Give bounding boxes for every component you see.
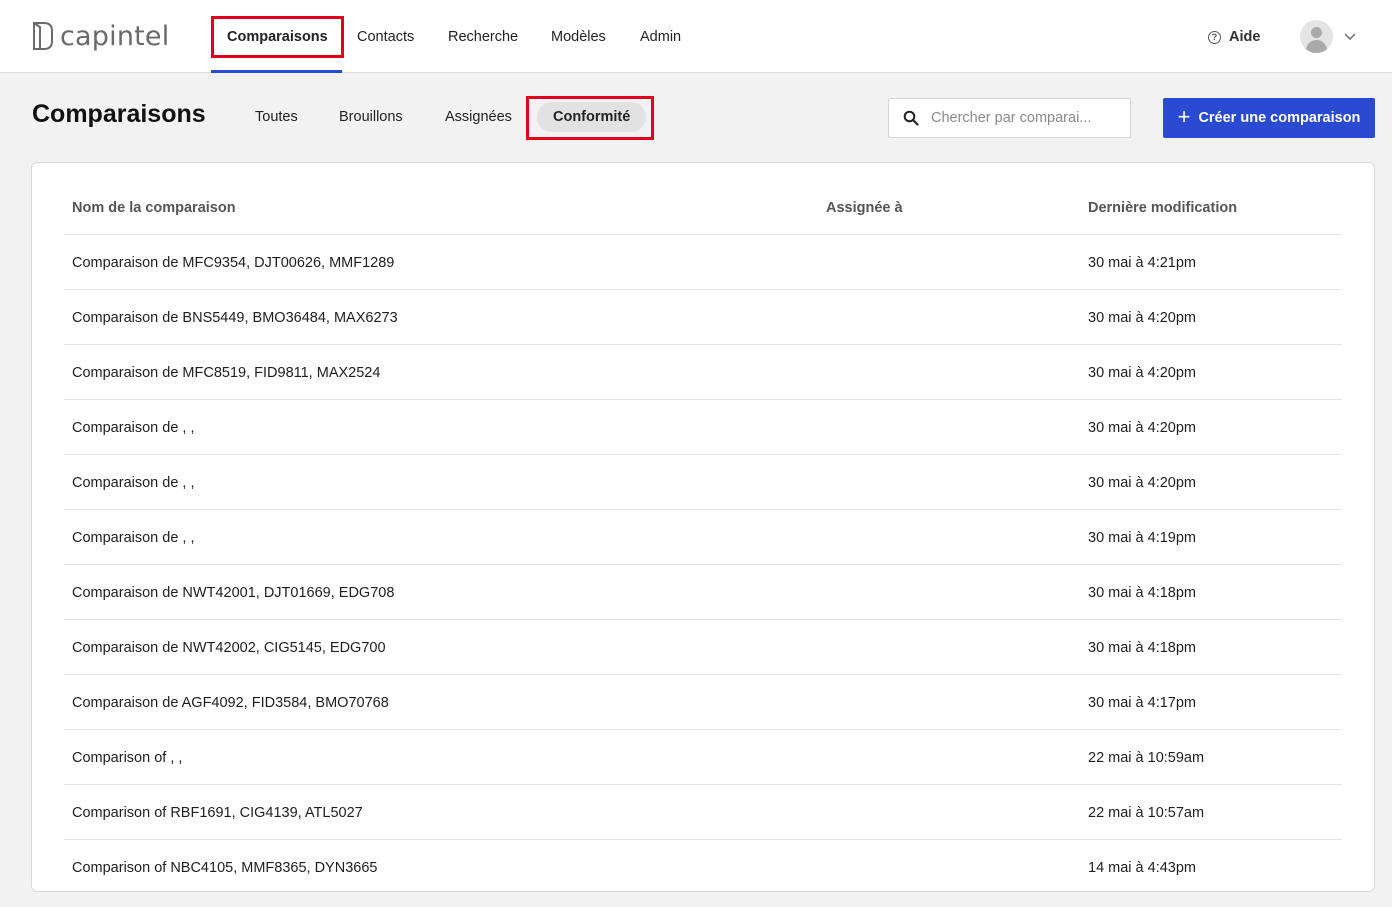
row-modified-cell: 30 mai à 4:18pm (1088, 584, 1197, 601)
plus-icon: + (1177, 104, 1191, 129)
nav-modeles[interactable]: Modèles (551, 0, 606, 73)
user-head-icon (1311, 27, 1322, 38)
table-row[interactable]: Comparaison de , , 30 mai à 4:19pm (64, 510, 1342, 565)
top-navbar: capintel Comparaisons Contacts Recherche… (0, 0, 1392, 73)
page-title: Comparaisons (32, 100, 206, 128)
chevron-down-icon[interactable] (1343, 29, 1357, 43)
column-header-name[interactable]: Nom de la comparaison (72, 180, 236, 235)
row-modified-cell: 30 mai à 4:21pm (1088, 254, 1197, 271)
tab-conformite[interactable]: Conformité (537, 102, 647, 132)
table-row[interactable]: Comparaison de NWT42002, CIG5145, EDG700… (64, 620, 1342, 675)
nav-comparaisons[interactable]: Comparaisons (227, 0, 328, 73)
row-modified-cell: 30 mai à 4:20pm (1088, 474, 1197, 491)
table-row[interactable]: Comparaison de BNS5449, BMO36484, MAX627… (64, 290, 1342, 345)
table-row[interactable]: Comparaison de , , 30 mai à 4:20pm (64, 455, 1342, 510)
table-row[interactable]: Comparaison de AGF4092, FID3584, BMO7076… (64, 675, 1342, 730)
tab-toutes[interactable]: Toutes (239, 102, 314, 132)
capintel-logo-icon (33, 22, 53, 50)
row-modified-cell: 14 mai à 4:43pm (1088, 859, 1197, 876)
user-body-icon (1306, 40, 1327, 53)
column-header-assigned[interactable]: Assignée à (826, 180, 903, 235)
nav-active-indicator (211, 70, 342, 73)
tab-assignees[interactable]: Assignées (429, 102, 528, 132)
row-name-cell: Comparaison de , , (72, 474, 195, 491)
table-row[interactable]: Comparison of RBF1691, CIG4139, ATL5027 2… (64, 785, 1342, 840)
help-label: Aide (1229, 29, 1261, 45)
table-row[interactable]: Comparaison de MFC9354, DJT00626, MMF128… (64, 235, 1342, 290)
comparisons-table: Nom de la comparaison Assignée à Dernièr… (31, 162, 1375, 892)
column-header-modified[interactable]: Dernière modification (1088, 180, 1237, 235)
row-name-cell: Comparaison de AGF4092, FID3584, BMO7076… (72, 694, 389, 711)
nav-contacts[interactable]: Contacts (357, 0, 414, 73)
search-box[interactable] (888, 98, 1131, 138)
row-name-cell: Comparaison de , , (72, 529, 195, 546)
table-row[interactable]: Comparison of NBC4105, MMF8365, DYN3665 1… (64, 840, 1342, 891)
nav-recherche[interactable]: Recherche (448, 0, 518, 73)
row-modified-cell: 30 mai à 4:17pm (1088, 694, 1197, 711)
table-row[interactable]: Comparaison de , , 30 mai à 4:20pm (64, 400, 1342, 455)
row-modified-cell: 30 mai à 4:20pm (1088, 309, 1197, 326)
avatar[interactable] (1300, 20, 1333, 53)
logo[interactable]: capintel (32, 18, 169, 54)
table-row[interactable]: Comparaison de MFC8519, FID9811, MAX2524… (64, 345, 1342, 400)
table-row[interactable]: Comparaison de NWT42001, DJT01669, EDG70… (64, 565, 1342, 620)
nav-admin[interactable]: Admin (640, 0, 681, 73)
row-name-cell: Comparison of RBF1691, CIG4139, ATL5027 (72, 804, 363, 821)
tab-brouillons[interactable]: Brouillons (323, 102, 419, 132)
search-input[interactable] (931, 110, 1111, 126)
row-name-cell: Comparaison de , , (72, 419, 195, 436)
row-modified-cell: 30 mai à 4:20pm (1088, 364, 1197, 381)
table-row[interactable]: Comparison of , , 22 mai à 10:59am (64, 730, 1342, 785)
row-modified-cell: 30 mai à 4:18pm (1088, 639, 1197, 656)
logo-text: capintel (60, 20, 170, 52)
question-icon: ? (1208, 30, 1221, 44)
row-name-cell: Comparaison de MFC9354, DJT00626, MMF128… (72, 254, 395, 271)
row-modified-cell: 22 mai à 10:57am (1088, 804, 1205, 821)
table-header: Nom de la comparaison Assignée à Dernièr… (64, 180, 1342, 235)
row-modified-cell: 30 mai à 4:20pm (1088, 419, 1197, 436)
row-modified-cell: 30 mai à 4:19pm (1088, 529, 1197, 546)
row-name-cell: Comparaison de NWT42001, DJT01669, EDG70… (72, 584, 395, 601)
row-name-cell: Comparaison de MFC8519, FID9811, MAX2524 (72, 364, 381, 381)
row-name-cell: Comparaison de NWT42002, CIG5145, EDG700 (72, 639, 386, 656)
help-link[interactable]: ? Aide (1208, 24, 1260, 50)
create-comparison-button[interactable]: + Créer une comparaison (1163, 98, 1375, 138)
table-body: Comparaison de MFC9354, DJT00626, MMF128… (64, 235, 1342, 891)
create-comparison-label: Créer une comparaison (1198, 110, 1361, 126)
row-name-cell: Comparison of NBC4105, MMF8365, DYN3665 (72, 859, 378, 876)
search-icon (903, 110, 919, 126)
row-modified-cell: 22 mai à 10:59am (1088, 749, 1205, 766)
row-name-cell: Comparaison de BNS5449, BMO36484, MAX627… (72, 309, 398, 326)
row-name-cell: Comparison of , , (72, 749, 183, 766)
